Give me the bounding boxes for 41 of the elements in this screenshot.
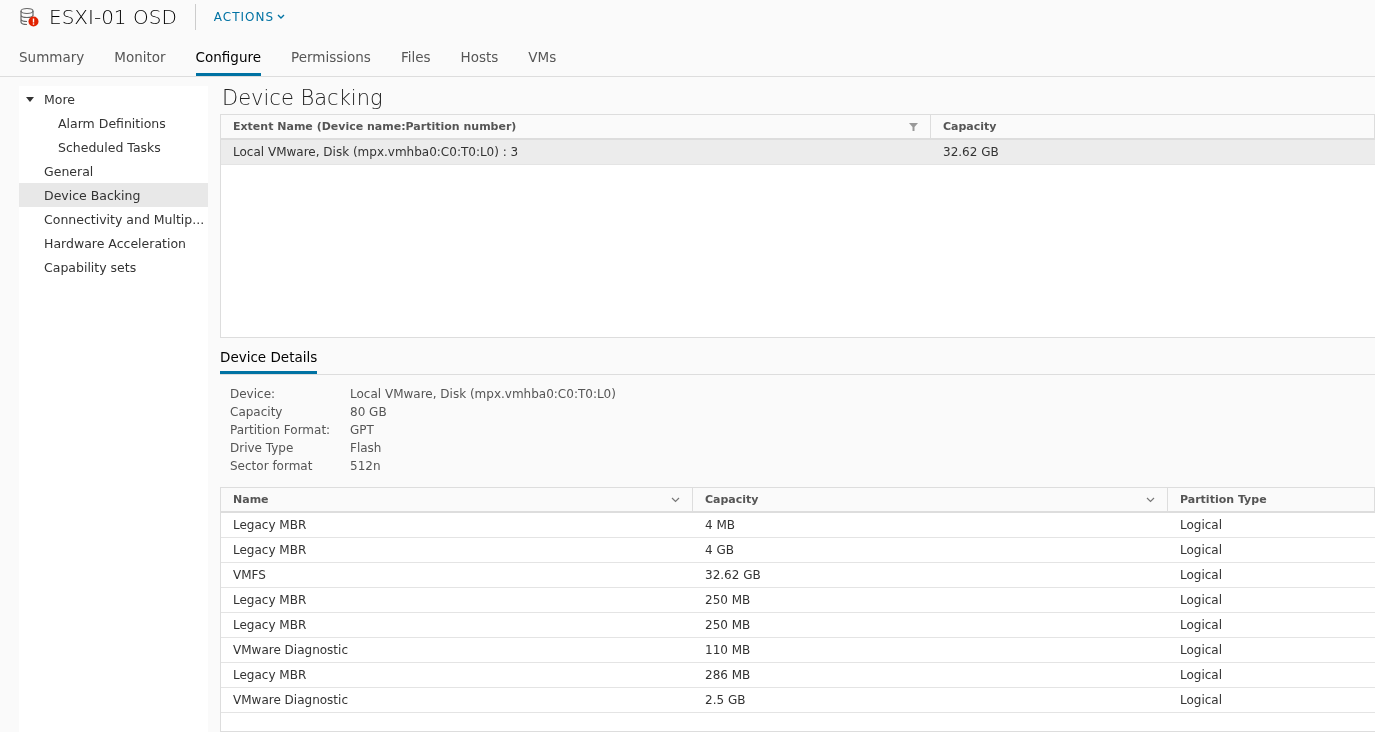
tab[interactable]: Monitor — [114, 49, 166, 76]
column-header[interactable]: Capacity — [931, 115, 1375, 138]
tab[interactable]: Permissions — [291, 49, 371, 76]
sidebar-item[interactable]: Capability sets — [19, 255, 208, 279]
sidebar-item[interactable]: Alarm Definitions — [19, 111, 208, 135]
column-header[interactable]: Capacity — [693, 488, 1168, 511]
detail-label: Partition Format: — [230, 422, 332, 439]
sidebar-item[interactable]: More — [19, 87, 208, 111]
table-row[interactable]: Local VMware, Disk (mpx.vmhba0:C0:T0:L0) : 3 32.62 GB — [221, 140, 1375, 165]
filter-icon[interactable] — [909, 122, 918, 131]
tab[interactable]: Hosts — [460, 49, 499, 76]
tab[interactable]: VMs — [528, 49, 557, 76]
database-alert-icon — [19, 7, 39, 27]
object-title: ESXI-01 OSD — [49, 5, 177, 29]
tab[interactable]: Configure — [195, 49, 261, 76]
column-header[interactable]: Name — [221, 488, 693, 511]
sidebar-item[interactable]: Scheduled Tasks — [19, 135, 208, 159]
expand-triangle-icon[interactable] — [26, 95, 34, 103]
tab[interactable]: Summary — [19, 49, 85, 76]
detail-value: GPT — [350, 422, 375, 439]
detail-value: 80 GB — [350, 404, 388, 421]
column-header[interactable]: Partition Type — [1168, 488, 1375, 511]
detail-value: 512n — [350, 458, 382, 475]
chevron-down-icon[interactable] — [671, 496, 680, 503]
page-title: Device Backing — [221, 86, 384, 110]
tab[interactable]: Files — [400, 49, 431, 76]
detail-label: Capacity — [230, 404, 284, 421]
detail-label: Sector format — [230, 458, 314, 475]
detail-label: Drive Type — [230, 440, 295, 457]
detail-value: Flash — [350, 440, 383, 457]
actions-menu[interactable]: ACTIONS — [213, 10, 286, 24]
column-header[interactable]: Extent Name (Device name:Partition number) — [221, 115, 931, 138]
chevron-down-icon[interactable] — [1146, 496, 1155, 503]
detail-label: Device: — [230, 386, 277, 403]
sidebar-item[interactable]: Connectivity and Multip... — [19, 207, 208, 231]
sidebar-item[interactable]: General — [19, 159, 208, 183]
chevron-down-icon — [277, 14, 286, 20]
sidebar-item[interactable]: Hardware Acceleration — [19, 231, 208, 255]
sidebar-item[interactable]: Device Backing — [19, 183, 208, 207]
tab[interactable]: Device Details — [220, 349, 318, 374]
detail-value: Local VMware, Disk (mpx.vmhba0:C0:T0:L0) — [350, 386, 617, 403]
